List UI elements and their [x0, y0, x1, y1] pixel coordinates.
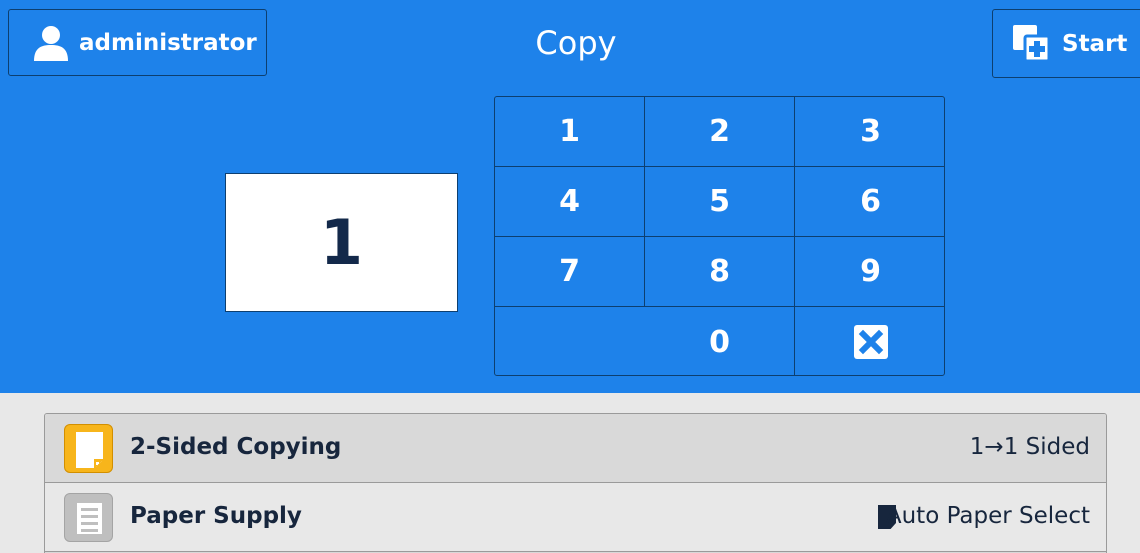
numeric-keypad: 1 2 3 4 5 6 7 8 9 0	[494, 96, 945, 376]
copy-quantity-value: 1	[319, 206, 364, 279]
top-panel: administrator Copy Start 1 1 2 3 4 5 6 7…	[0, 0, 1140, 393]
start-button[interactable]: Start	[992, 9, 1140, 78]
copy-screen: administrator Copy Start 1 1 2 3 4 5 6 7…	[0, 0, 1140, 553]
feature-list: 2-Sided Copying 1→1 Sided Paper Supply A…	[44, 413, 1107, 553]
feature-row-two-sided-copying[interactable]: 2-Sided Copying 1→1 Sided	[45, 414, 1106, 483]
two-sided-copy-icon	[64, 424, 113, 473]
paper-supply-icon-svg	[77, 503, 102, 534]
start-copy-icon	[1011, 24, 1053, 64]
feature-name-two-sided-copying: 2-Sided Copying	[130, 434, 342, 460]
keypad-key-9[interactable]: 9	[795, 237, 944, 307]
feature-row-paper-supply[interactable]: Paper Supply Auto Paper Select	[45, 483, 1106, 552]
paper-supply-icon	[64, 493, 113, 542]
keypad-key-8[interactable]: 8	[645, 237, 795, 307]
keypad-key-3[interactable]: 3	[795, 97, 944, 167]
keypad-key-5[interactable]: 5	[645, 167, 795, 237]
page-title: Copy	[535, 24, 617, 62]
clear-x-icon	[853, 325, 888, 359]
start-copy-icon-svg	[1013, 24, 1051, 62]
feature-value-paper-supply: Auto Paper Select	[885, 503, 1090, 529]
keypad-key-4[interactable]: 4	[495, 167, 645, 237]
clear-x-icon-svg	[858, 329, 883, 355]
start-label: Start	[1062, 30, 1128, 57]
feature-name-paper-supply: Paper Supply	[130, 503, 302, 529]
keypad-key-6[interactable]: 6	[795, 167, 944, 237]
feature-value-two-sided-copying: 1→1 Sided	[969, 434, 1090, 460]
keypad-clear-key[interactable]	[795, 307, 944, 375]
keypad-key-2[interactable]: 2	[645, 97, 795, 167]
keypad-key-1[interactable]: 1	[495, 97, 645, 167]
two-sided-copy-icon-svg	[76, 432, 103, 468]
copy-quantity-display[interactable]: 1	[225, 173, 458, 312]
keypad-key-7[interactable]: 7	[495, 237, 645, 307]
keypad-key-0[interactable]: 0	[495, 307, 795, 375]
